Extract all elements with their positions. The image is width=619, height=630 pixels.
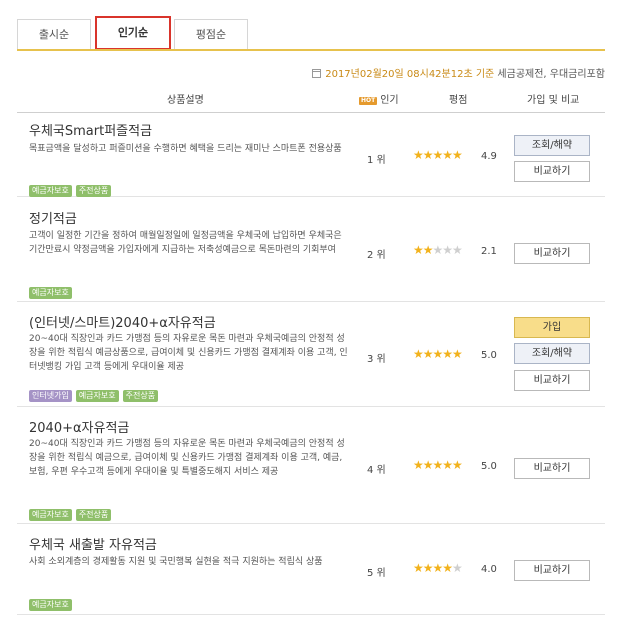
product-name[interactable]: 우체국Smart퍼즐적금 — [29, 120, 152, 139]
stars-empty: ★★★ — [432, 243, 463, 257]
rating-score: 2.1 — [481, 246, 497, 257]
header-popularity: HOT 인기 — [359, 91, 399, 106]
badge-deposit-protection: 예금자보호 — [29, 599, 72, 611]
rating-stars: ★★★★★ — [413, 561, 463, 575]
product-badges: 예금자보호 — [29, 592, 76, 611]
product-rank: 3 위 — [367, 354, 386, 365]
compare-button[interactable]: 비교하기 — [514, 560, 590, 581]
tab-divider — [17, 49, 605, 51]
header-join-compare: 가입 및 비교 — [527, 95, 580, 106]
compare-button[interactable]: 비교하기 — [514, 370, 590, 391]
badge-deposit-protection: 예금자보호 — [29, 185, 72, 197]
join-button[interactable]: 가입 — [514, 317, 590, 338]
product-name[interactable]: 우체국 새출발 자유적금 — [29, 534, 157, 553]
product-description: 사회 소외계층의 경제활동 지원 및 국민행복 실현을 적극 지원하는 적립식 … — [29, 557, 323, 567]
product-row: 2040+α자유적금 20~40대 직장인과 카드 가맹점 등의 자유로운 목돈… — [17, 408, 605, 524]
product-name[interactable]: (인터넷/스마트)2040+α자유적금 — [29, 312, 216, 331]
view-cancel-button[interactable]: 조회/해약 — [514, 135, 590, 156]
rating-score: 4.9 — [481, 151, 497, 162]
product-badges: 인터넷가입 예금자보호 주전상품 — [29, 383, 162, 402]
product-rank: 1 위 — [367, 155, 386, 166]
badge-deposit-protection: 예금자보호 — [75, 390, 119, 402]
product-description: 목표금액을 달성하고 퍼즐미션을 수행하면 혜택을 드리는 재미난 스마트폰 전… — [29, 144, 342, 154]
rating-stars: ★★★★★ — [413, 148, 463, 162]
calendar-icon — [312, 69, 322, 78]
product-badges: 예금자보호 주전상품 — [29, 178, 115, 197]
product-row: 우체국 새출발 자유적금 사회 소외계층의 경제활동 지원 및 국민행복 실현을… — [17, 525, 605, 615]
header-rating: 평점 — [449, 95, 468, 106]
date-text: 2017년02월20일 08시42분12초 기준 — [325, 69, 495, 80]
product-name[interactable]: 정기적금 — [29, 208, 77, 227]
view-cancel-button[interactable]: 조회/해약 — [514, 343, 590, 364]
rating-score: 5.0 — [481, 461, 497, 472]
stars-filled: ★★ — [413, 243, 433, 257]
badge-recommended: 주전상품 — [122, 390, 159, 402]
table-header: 상품설명 HOT 인기 평점 가입 및 비교 — [17, 85, 605, 113]
rating-stars: ★★★★★ — [413, 347, 463, 361]
compare-button[interactable]: 비교하기 — [514, 243, 590, 264]
compare-button[interactable]: 비교하기 — [514, 161, 590, 182]
header-description: 상품설명 — [167, 95, 204, 106]
badge-recommended: 주전상품 — [75, 185, 112, 197]
stars-filled: ★★★★★ — [413, 148, 463, 162]
product-rank: 2 위 — [367, 250, 386, 261]
badge-internet-signup: 인터넷가입 — [29, 390, 72, 402]
badge-recommended: 주전상품 — [75, 509, 112, 521]
stars-filled: ★★★★ — [413, 561, 453, 575]
product-description: 20~40대 직장인과 카드 가맹점 등의 자유로운 목돈 마련과 우체국예금의… — [29, 334, 348, 372]
badge-deposit-protection: 예금자보호 — [29, 509, 72, 521]
badge-deposit-protection: 예금자보호 — [29, 287, 72, 299]
rate-note: 세금공제전, 우대금리포함 — [494, 69, 605, 80]
product-row: 정기적금 고객이 일정한 기간을 정하여 매월일정일에 일정금액을 우체국에 납… — [17, 198, 605, 302]
tab-rating-order[interactable]: 평점순 — [174, 19, 248, 50]
header-popularity-label: 인기 — [380, 95, 399, 106]
stars-filled: ★★★★★ — [413, 347, 463, 361]
hot-badge: HOT — [359, 97, 378, 105]
stars-empty: ★ — [452, 561, 463, 575]
sort-tabs: 출시순 인기순 평점순 — [17, 12, 605, 50]
product-row: (인터넷/스마트)2040+α자유적금 20~40대 직장인과 카드 가맹점 등… — [17, 303, 605, 407]
compare-button[interactable]: 비교하기 — [514, 458, 590, 479]
product-row: 우체국Smart퍼즐적금 목표금액을 달성하고 퍼즐미션을 수행하면 혜택을 드… — [17, 114, 605, 197]
tab-release-order[interactable]: 출시순 — [17, 19, 91, 50]
tab-popularity-order[interactable]: 인기순 — [95, 16, 171, 50]
date-info: 2017년02월20일 08시42분12초 기준 세금공제전, 우대금리포함 — [312, 65, 605, 80]
product-description: 고객이 일정한 기간을 정하여 매월일정일에 일정금액을 우체국에 납입하면 우… — [29, 231, 342, 255]
product-rank: 5 위 — [367, 568, 386, 579]
rating-score: 4.0 — [481, 564, 497, 575]
stars-filled: ★★★★★ — [413, 458, 463, 472]
product-description: 20~40대 직장인과 카드 가맹점 등의 자유로운 목돈 마련과 우체국예금의… — [29, 439, 345, 477]
product-name[interactable]: 2040+α자유적금 — [29, 417, 129, 436]
product-badges: 예금자보호 — [29, 280, 76, 299]
rating-stars: ★★★★★ — [413, 243, 463, 257]
rating-score: 5.0 — [481, 350, 497, 361]
product-rank: 4 위 — [367, 465, 386, 476]
rating-stars: ★★★★★ — [413, 458, 463, 472]
product-badges: 예금자보호 주전상품 — [29, 502, 115, 521]
